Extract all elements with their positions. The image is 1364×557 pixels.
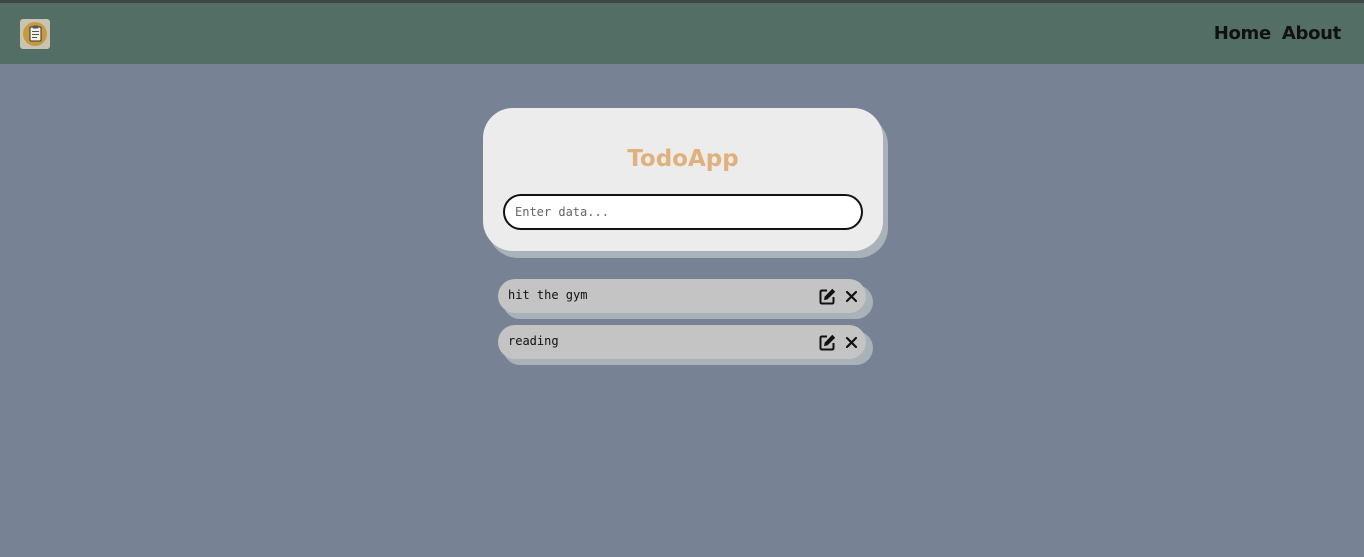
edit-icon[interactable] xyxy=(819,288,836,305)
close-icon[interactable] xyxy=(845,290,858,303)
navbar: Home About xyxy=(0,3,1364,64)
todo-item-body: hit the gym xyxy=(498,279,866,313)
todo-item: hit the gym xyxy=(498,279,873,319)
todo-input[interactable] xyxy=(503,194,863,230)
todo-item: reading xyxy=(498,325,873,365)
nav-links: Home About xyxy=(1214,23,1342,44)
todo-item-body: reading xyxy=(498,325,866,359)
todo-item-text: hit the gym xyxy=(508,288,588,302)
nav-link-about[interactable]: About xyxy=(1282,23,1341,44)
clipboard-icon xyxy=(23,22,47,46)
close-icon[interactable] xyxy=(845,336,858,349)
app-logo[interactable] xyxy=(20,19,50,49)
todo-item-text: reading xyxy=(508,334,559,348)
page-title: TodoApp xyxy=(627,146,739,172)
todo-card: TodoApp xyxy=(483,108,883,251)
todo-list: hit the gym reading xyxy=(498,279,873,371)
edit-icon[interactable] xyxy=(819,334,836,351)
nav-link-home[interactable]: Home xyxy=(1214,23,1272,44)
